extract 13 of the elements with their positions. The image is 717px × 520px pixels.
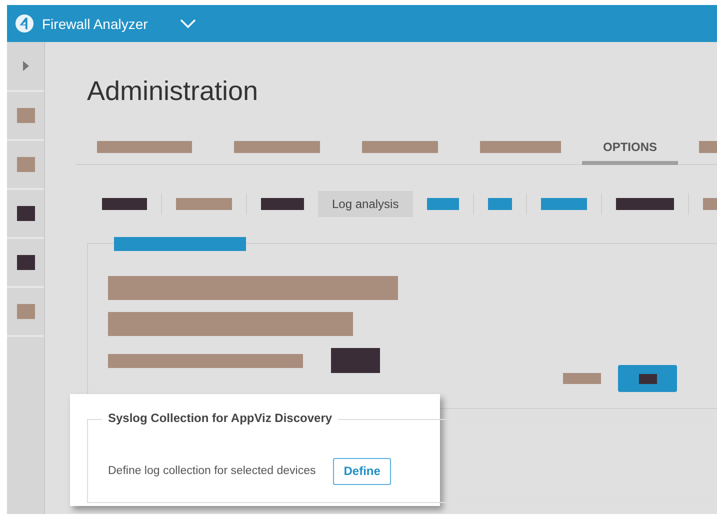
section-title: Syslog Collection for AppViz Discovery [102,411,338,425]
redacted-block[interactable] [16,206,34,221]
action-button[interactable] [618,365,677,392]
expand-arrow-icon[interactable] [22,61,28,71]
redacted-block[interactable] [16,255,34,270]
app-title: Firewall Analyzer [42,16,148,32]
chevron-down-icon[interactable] [180,18,196,28]
description-text: Define log collection for selected devices [108,465,316,477]
sub-tab[interactable]: Log analysis [318,191,413,217]
logo-icon [15,14,34,33]
page-title: Administration [87,76,260,107]
define-button[interactable]: Define [332,458,392,484]
tab[interactable]: OPTIONS [582,133,678,165]
